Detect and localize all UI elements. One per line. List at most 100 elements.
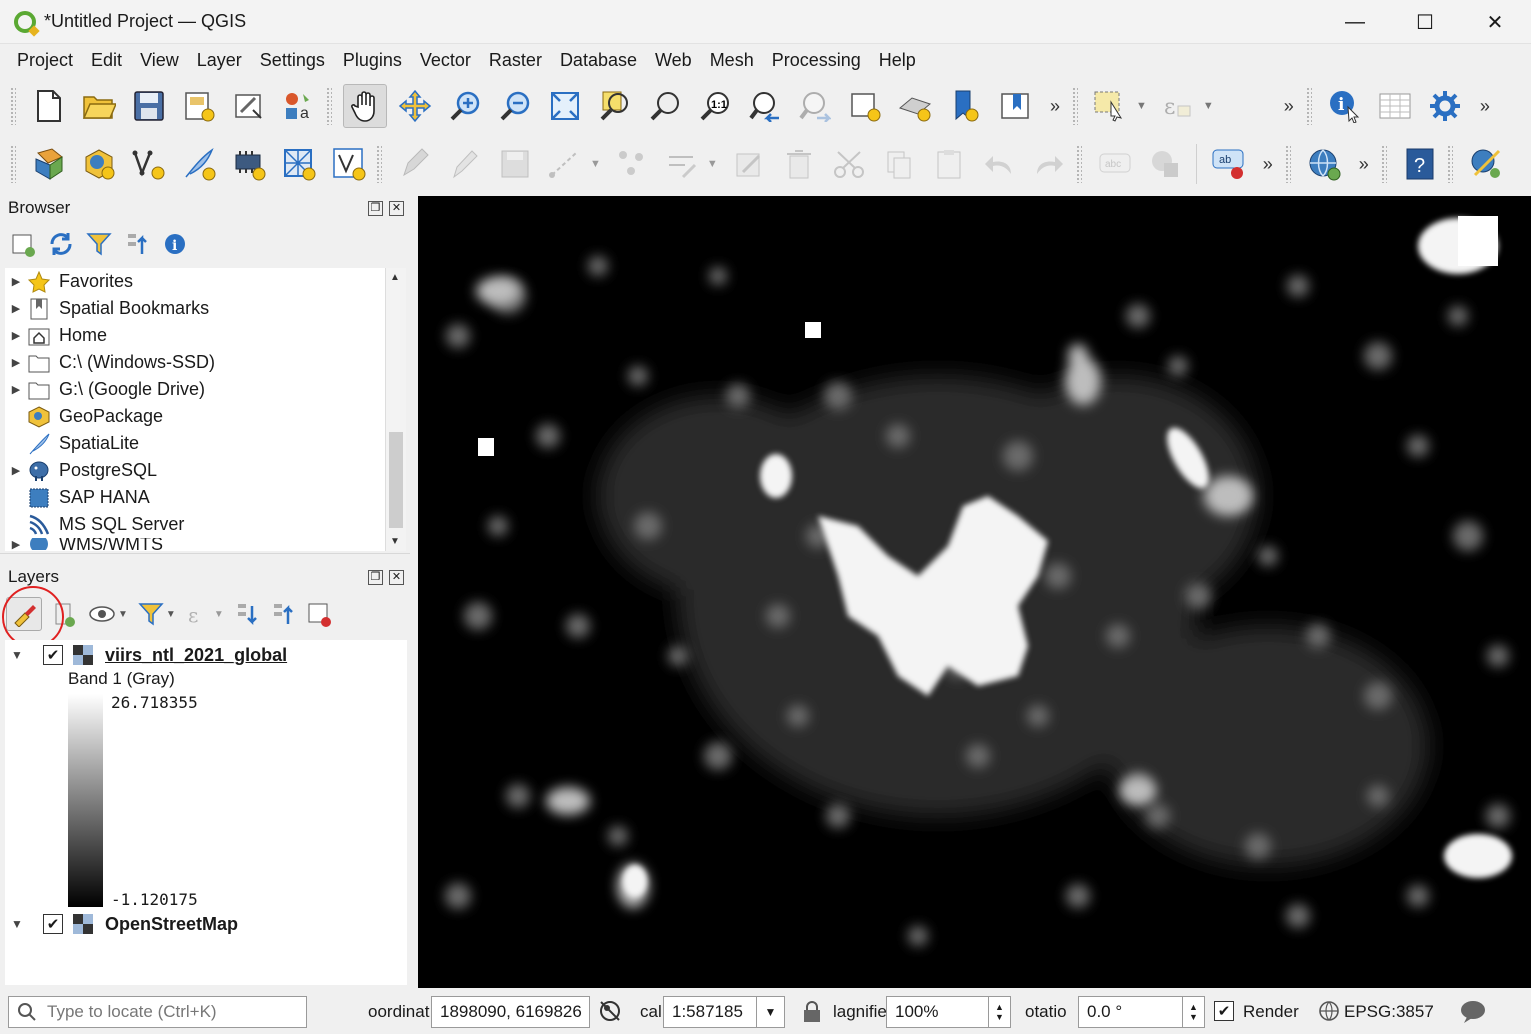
dropdown-arrow-icon[interactable]: ▼ (590, 158, 601, 170)
dropdown-arrow-icon[interactable]: ▼ (1203, 100, 1214, 112)
toolbar-grip[interactable] (10, 87, 16, 125)
toolbar-overflow-icon[interactable]: » (1284, 96, 1294, 117)
browser-item-postgresql[interactable]: ▶ PostgreSQL (5, 457, 385, 484)
spin-up-icon[interactable]: ▲ (1189, 1002, 1198, 1012)
toolbar-overflow-icon[interactable]: » (1050, 96, 1060, 117)
properties-info-icon[interactable]: i (162, 230, 188, 258)
spin-down-icon[interactable]: ▼ (995, 1012, 1004, 1022)
toolbar-grip[interactable] (376, 145, 382, 183)
menu-plugins[interactable]: Plugins (334, 50, 411, 71)
plugin-tool-icon[interactable] (1464, 142, 1508, 186)
menu-help[interactable]: Help (870, 50, 925, 71)
style-manager-icon[interactable]: a (277, 84, 321, 128)
menu-layer[interactable]: Layer (188, 50, 251, 71)
toolbar-grip[interactable] (10, 145, 16, 183)
minimize-button[interactable]: — (1320, 0, 1390, 44)
menu-raster[interactable]: Raster (480, 50, 551, 71)
cut-features-icon[interactable] (827, 142, 871, 186)
toolbar-grip[interactable] (1380, 145, 1387, 183)
browser-scrollbar[interactable]: ▲ ▼ (385, 268, 406, 551)
edit-attributes-icon[interactable] (727, 142, 771, 186)
data-source-manager-icon[interactable] (27, 142, 71, 186)
help-icon[interactable]: ? (1398, 142, 1442, 186)
dropdown-arrow-icon[interactable]: ▼ (166, 609, 176, 620)
identify-features-icon[interactable]: i (1323, 84, 1367, 128)
layers-tree[interactable]: ▼ ✔ viirs_ntl_2021_global Band 1 (Gray) … (5, 640, 407, 985)
manage-map-themes-icon[interactable] (88, 600, 116, 628)
crs-button[interactable]: EPSG:3857 (1344, 1002, 1434, 1022)
dropdown-arrow-icon[interactable]: ▼ (1136, 100, 1147, 112)
layer-labeling-options-icon[interactable]: ab (1206, 142, 1250, 186)
render-checkbox[interactable]: ✔ (1214, 1001, 1234, 1021)
new-project-icon[interactable] (27, 84, 71, 128)
messages-icon[interactable] (1459, 999, 1487, 1025)
zoom-out-icon[interactable] (493, 84, 537, 128)
close-button[interactable]: ✕ (1460, 0, 1530, 44)
toolbar-grip[interactable] (1284, 145, 1291, 183)
expand-arrow-icon[interactable]: ▶ (5, 329, 27, 342)
browser-item-spatial-bookmarks[interactable]: ▶ Spatial Bookmarks (5, 295, 385, 322)
dropdown-arrow-icon[interactable]: ▼ (118, 609, 128, 620)
collapse-arrow-icon[interactable]: ▼ (11, 648, 33, 662)
scale-field[interactable]: 1:587185 (663, 996, 757, 1028)
browser-item-favorites[interactable]: ▶ Favorites (5, 268, 385, 295)
toolbar-grip[interactable] (326, 87, 332, 125)
expand-arrow-icon[interactable]: ▶ (5, 356, 27, 369)
diagram-tool-icon[interactable] (1143, 142, 1187, 186)
filter-legend-icon[interactable] (138, 600, 164, 628)
zoom-native-resolution-icon[interactable]: 1:1 (693, 84, 737, 128)
show-spatial-bookmarks-icon[interactable] (993, 84, 1037, 128)
menu-view[interactable]: View (131, 50, 188, 71)
new-mesh-layer-icon[interactable] (277, 142, 321, 186)
add-wms-layer-icon[interactable] (1302, 142, 1346, 186)
menu-web[interactable]: Web (646, 50, 701, 71)
zoom-to-layer-icon[interactable] (643, 84, 687, 128)
coordinate-toggle-icon[interactable] (597, 998, 623, 1024)
spin-down-icon[interactable]: ▼ (1189, 1012, 1198, 1022)
expand-arrow-icon[interactable]: ▶ (5, 464, 27, 477)
browser-item-ms-sql[interactable]: MS SQL Server (5, 511, 385, 538)
browser-item-sap-hana[interactable]: SAP HANA (5, 484, 385, 511)
menu-settings[interactable]: Settings (251, 50, 334, 71)
float-panel-icon[interactable]: ❐ (368, 201, 383, 216)
modify-attributes-icon[interactable] (660, 142, 704, 186)
magnifier-field[interactable]: 100% (886, 996, 988, 1028)
layer-visibility-checkbox[interactable]: ✔ (43, 645, 63, 665)
attribute-table-icon[interactable] (1373, 84, 1417, 128)
browser-item-g-drive[interactable]: ▶ G:\ (Google Drive) (5, 376, 385, 403)
paste-features-icon[interactable] (927, 142, 971, 186)
expand-arrow-icon[interactable]: ▶ (5, 275, 27, 288)
new-3d-map-view-icon[interactable] (893, 84, 937, 128)
select-features-icon[interactable] (1089, 84, 1133, 128)
collapse-all-icon[interactable] (124, 230, 150, 258)
toolbar-grip[interactable] (1072, 87, 1079, 125)
menu-processing[interactable]: Processing (763, 50, 870, 71)
processing-toolbox-icon[interactable] (1423, 84, 1467, 128)
expand-all-icon[interactable] (234, 600, 260, 628)
collapse-arrow-icon[interactable]: ▼ (11, 917, 33, 931)
undo-icon[interactable] (977, 142, 1021, 186)
new-spatialite-layer-icon[interactable] (177, 142, 221, 186)
browser-item-geopackage[interactable]: GeoPackage (5, 403, 385, 430)
menu-vector[interactable]: Vector (411, 50, 480, 71)
map-canvas[interactable] (418, 196, 1531, 988)
scale-dropdown-icon[interactable]: ▼ (756, 996, 785, 1028)
toolbar-overflow-icon[interactable]: » (1359, 154, 1369, 175)
save-edits-icon[interactable] (493, 142, 537, 186)
float-panel-icon[interactable]: ❐ (368, 570, 383, 585)
close-panel-icon[interactable]: ✕ (389, 570, 404, 585)
collapse-all-layers-icon[interactable] (270, 600, 296, 628)
new-spatial-bookmark-icon[interactable] (943, 84, 987, 128)
layer-row-openstreetmap[interactable]: ▼ ✔ OpenStreetMap (11, 911, 238, 937)
layer-row-viirs[interactable]: ▼ ✔ viirs_ntl_2021_global (11, 642, 287, 668)
scroll-down-icon[interactable]: ▼ (390, 536, 400, 547)
layer-visibility-checkbox[interactable]: ✔ (43, 914, 63, 934)
menu-edit[interactable]: Edit (82, 50, 131, 71)
zoom-full-icon[interactable] (543, 84, 587, 128)
close-panel-icon[interactable]: ✕ (389, 201, 404, 216)
browser-item-spatialite[interactable]: SpatiaLite (5, 430, 385, 457)
current-edits-icon[interactable] (393, 142, 437, 186)
zoom-last-icon[interactable] (743, 84, 787, 128)
digitize-icon[interactable] (543, 142, 587, 186)
coordinate-field[interactable]: 1898090, 6169826 (431, 996, 590, 1028)
